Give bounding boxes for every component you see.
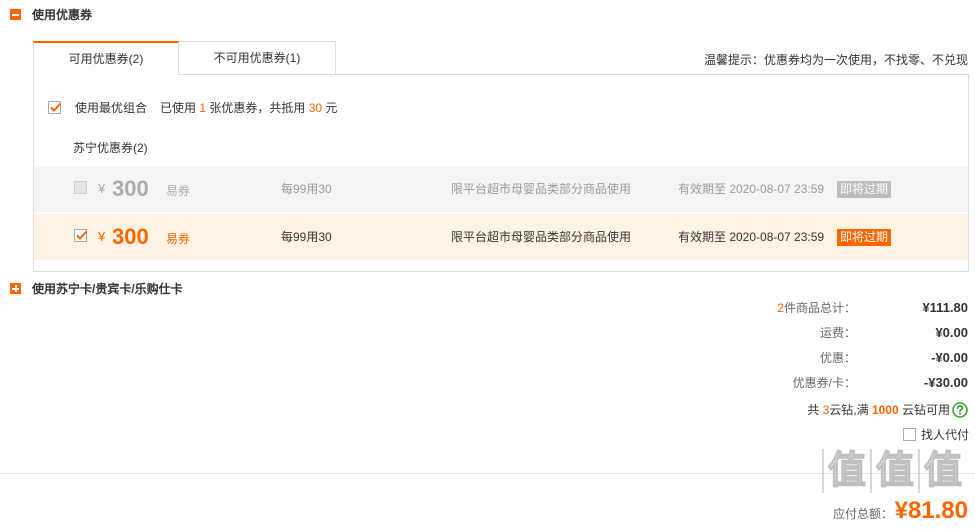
best-combo-label[interactable]: 使用最优组合 (75, 101, 147, 115)
coupon-tip: 温馨提示：优惠券均为一次使用，不找零、不兑现 (703, 53, 968, 67)
applied-summary: 已使用 1 张优惠券，共抵用 30 元 (160, 101, 337, 115)
coupon-type: 易券 (166, 232, 191, 246)
coupon-validity: 有效期至 2020-08-07 23:59 (678, 182, 825, 196)
coupon-amount: 300 (112, 224, 149, 249)
payable-label: 应付总额： (832, 507, 893, 521)
watermark-glyph: 值 (822, 449, 870, 493)
goods-total-value: ¥111.80 (922, 300, 968, 315)
coupon-card-label: 优惠券/卡： (792, 376, 856, 390)
coupon-row[interactable]: ¥ 300 易券 每99用30 限平台超市母婴品类部分商品使用 有效期至 202… (34, 166, 968, 212)
coupon-section-title[interactable]: 使用优惠券 (32, 8, 92, 22)
question-circle-icon[interactable] (952, 402, 968, 418)
check-icon (50, 102, 62, 112)
cloud-threshold: 1000 (871, 403, 899, 417)
cloud-prefix: 共 (807, 403, 823, 417)
tab-unavailable-coupons[interactable]: 不可用优惠券(1) (178, 41, 336, 74)
cloud-middle: 云钻,满 (829, 403, 872, 417)
coupon-card-value: -¥30.00 (923, 375, 968, 390)
coupon-checkbox[interactable] (74, 229, 88, 242)
coupon-currency: ¥ (98, 229, 106, 244)
plus-square-icon[interactable] (10, 283, 21, 294)
coupon-checkbox[interactable] (74, 181, 87, 194)
coupon-type: 易券 (166, 184, 191, 198)
coupon-currency: ¥ (98, 181, 106, 196)
goods-total-text: 件商品总计： (783, 301, 856, 315)
applied-middle: 张优惠券，共抵用 (206, 101, 309, 115)
watermark-glyph: 值 (870, 449, 918, 493)
pay-for-me-label[interactable]: 找人代付 (921, 427, 969, 443)
check-icon (76, 230, 88, 240)
discount-value: -¥0.00 (931, 350, 968, 365)
applied-prefix: 已使用 (160, 101, 200, 115)
best-combo-checkbox[interactable] (48, 101, 62, 114)
goods-total-label: 2件商品总计： (777, 300, 856, 316)
applied-amount: 30 (308, 101, 323, 115)
pay-for-me-checkbox[interactable] (903, 428, 916, 441)
coupon-validity: 有效期至 2020-08-07 23:59 (678, 230, 825, 244)
shipping-value: ¥0.00 (935, 325, 968, 340)
coupon-amount: 300 (112, 176, 149, 201)
shipping-label: 运费： (819, 326, 856, 340)
coupon-row[interactable]: ¥ 300 易券 每99用30 限平台超市母婴品类部分商品使用 有效期至 202… (34, 214, 968, 260)
card-section-title[interactable]: 使用苏宁卡/贵宾卡/乐购仕卡 (32, 282, 183, 296)
coupon-group-title: 苏宁优惠券(2) (73, 141, 148, 155)
discount-label: 优惠： (819, 351, 856, 365)
coupon-rule: 每99用30 (281, 230, 332, 244)
watermark-logo: 值 值 值 (822, 449, 966, 493)
tab-available-coupons[interactable]: 可用优惠券(2) (33, 41, 179, 75)
coupon-scope: 限平台超市母婴品类部分商品使用 (451, 182, 632, 196)
payable-value: ¥81.80 (894, 497, 968, 524)
expiring-badge: 即将过期 (837, 181, 892, 198)
applied-suffix: 元 (322, 101, 338, 115)
cloud-diamond-info: 共 3云钻,满 1000 云钻可用 (807, 402, 950, 418)
coupon-rule: 每99用30 (281, 182, 332, 196)
watermark-glyph: 值 (918, 449, 966, 493)
goods-count: 2 (777, 301, 784, 315)
coupon-scope: 限平台超市母婴品类部分商品使用 (451, 230, 632, 244)
cloud-suffix: 云钻可用 (898, 403, 950, 417)
expiring-badge: 即将过期 (837, 229, 892, 246)
minus-square-icon[interactable] (10, 9, 21, 20)
